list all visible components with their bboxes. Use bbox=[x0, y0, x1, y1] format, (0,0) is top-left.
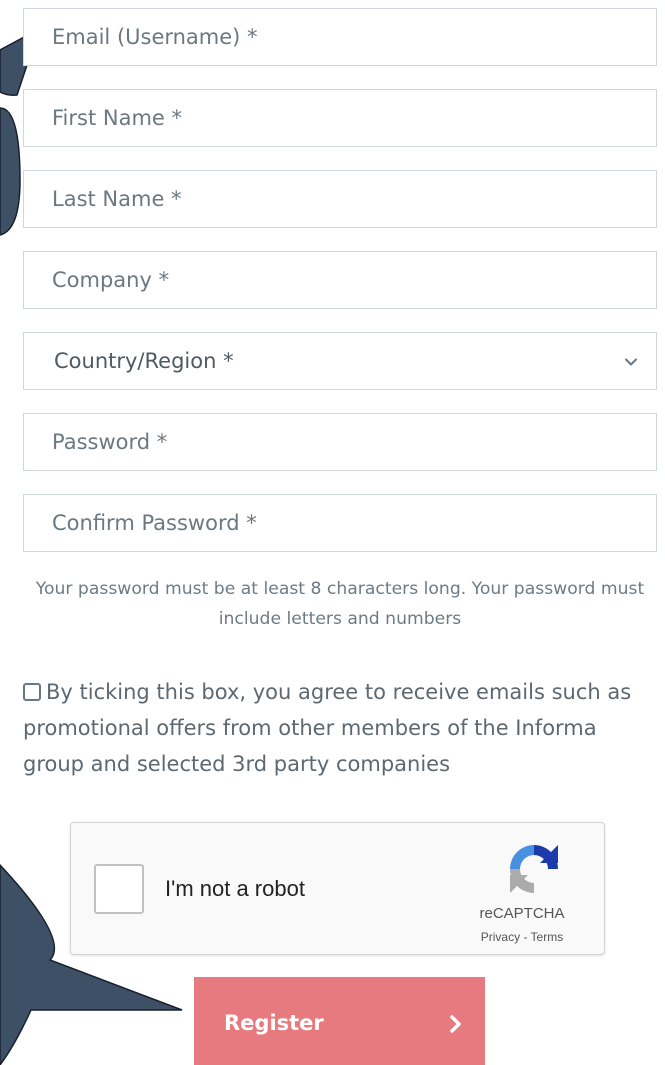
confirm-password-input[interactable] bbox=[24, 495, 656, 551]
password-requirements-text: Your password must be at least 8 charact… bbox=[35, 579, 645, 629]
marketing-consent: By ticking this box, you agree to receiv… bbox=[23, 674, 653, 782]
recaptcha-widget: I'm not a robot reCAPTCHA Privacy - Term… bbox=[70, 822, 605, 955]
recaptcha-privacy-terms-links[interactable]: Privacy - Terms bbox=[451, 930, 593, 944]
recaptcha-checkbox[interactable] bbox=[94, 864, 144, 914]
marketing-consent-label: By ticking this box, you agree to receiv… bbox=[23, 680, 632, 776]
password-field-container bbox=[23, 413, 657, 471]
email-field-container bbox=[23, 8, 657, 66]
first-name-input[interactable] bbox=[24, 90, 656, 146]
chevron-down-icon bbox=[625, 358, 637, 366]
last-name-input[interactable] bbox=[24, 171, 656, 227]
recaptcha-brand: reCAPTCHA bbox=[479, 905, 565, 922]
marketing-consent-checkbox[interactable] bbox=[23, 683, 41, 701]
country-region-selected-value: Country/Region * bbox=[54, 349, 234, 373]
country-region-select[interactable]: Country/Region * bbox=[23, 332, 657, 390]
password-input[interactable] bbox=[24, 414, 656, 470]
recaptcha-logo-icon bbox=[510, 845, 558, 893]
last-name-field-container bbox=[23, 170, 657, 228]
recaptcha-label: I'm not a robot bbox=[165, 876, 305, 901]
chevron-right-icon bbox=[450, 1015, 461, 1033]
company-input[interactable] bbox=[24, 252, 656, 308]
registration-form: Country/Region * Your password must be a… bbox=[0, 0, 665, 1065]
email-input[interactable] bbox=[24, 9, 656, 65]
register-button[interactable]: Register bbox=[194, 977, 485, 1065]
first-name-field-container bbox=[23, 89, 657, 147]
company-field-container bbox=[23, 251, 657, 309]
confirm-password-field-container bbox=[23, 494, 657, 552]
register-button-label: Register bbox=[224, 1011, 324, 1035]
